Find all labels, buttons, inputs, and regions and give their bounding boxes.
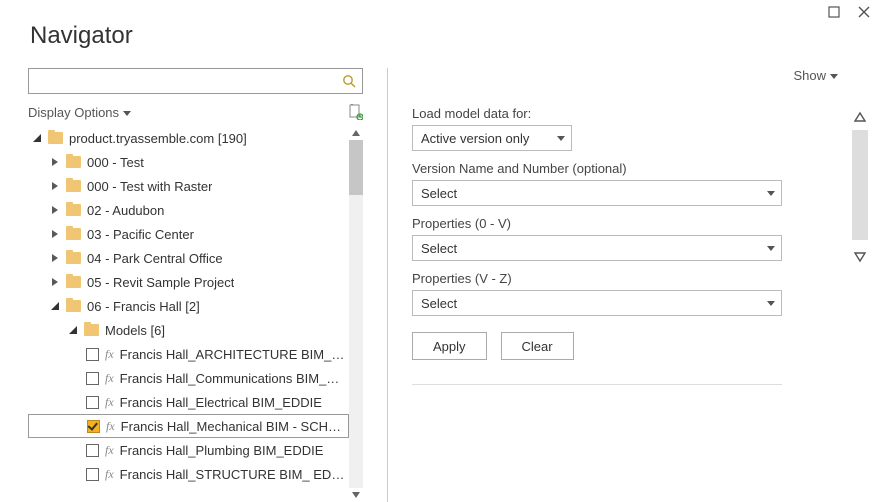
- checkbox[interactable]: [86, 348, 99, 361]
- page-title: Navigator: [30, 22, 133, 50]
- folder-icon: [66, 276, 81, 288]
- tree-item[interactable]: 06 - Francis Hall [2]: [28, 294, 349, 318]
- folder-icon: [66, 156, 81, 168]
- tree-scrollbar[interactable]: [349, 126, 363, 502]
- tree-leaf-selected[interactable]: fx Francis Hall_Mechanical BIM - SCHE...: [28, 414, 349, 438]
- apply-button[interactable]: Apply: [412, 332, 487, 360]
- refresh-icon[interactable]: [347, 104, 363, 120]
- scroll-up-icon[interactable]: [852, 104, 868, 130]
- expand-icon[interactable]: [50, 205, 60, 215]
- scrollbar-thumb[interactable]: [349, 140, 363, 195]
- checkbox[interactable]: [86, 372, 99, 385]
- close-button[interactable]: [858, 6, 870, 21]
- folder-icon: [66, 204, 81, 216]
- expand-icon[interactable]: [50, 253, 60, 263]
- scrollbar-track[interactable]: [349, 140, 363, 488]
- collapse-icon[interactable]: [50, 301, 60, 311]
- options-pane: Show Load model data for: Active version…: [412, 68, 868, 502]
- scroll-down-icon[interactable]: [852, 244, 868, 270]
- properties-vz-label: Properties (V - Z): [412, 271, 782, 286]
- tree-leaf[interactable]: fx Francis Hall_Electrical BIM_EDDIE: [28, 390, 349, 414]
- expand-icon[interactable]: [50, 229, 60, 239]
- checkbox[interactable]: [86, 396, 99, 409]
- properties-0v-label: Properties (0 - V): [412, 216, 782, 231]
- pane-divider: [387, 68, 388, 502]
- tree-item[interactable]: 000 - Test: [28, 150, 349, 174]
- search-icon[interactable]: [340, 74, 358, 88]
- search-box[interactable]: [28, 68, 363, 94]
- checkbox[interactable]: [86, 444, 99, 457]
- fx-icon: fx: [105, 371, 114, 386]
- show-dropdown[interactable]: Show: [793, 68, 838, 83]
- scroll-down-icon[interactable]: [349, 488, 363, 502]
- tree-item-models[interactable]: Models [6]: [28, 318, 349, 342]
- navigator-left-pane: Display Options product.tryassemble.com …: [28, 68, 363, 502]
- folder-icon: [66, 252, 81, 264]
- tree-leaf[interactable]: fx Francis Hall_STRUCTURE BIM_ EDDIE: [28, 462, 349, 486]
- fx-icon: fx: [105, 395, 114, 410]
- checkbox[interactable]: [86, 468, 99, 481]
- folder-icon: [48, 132, 63, 144]
- tree-leaf[interactable]: fx Francis Hall_ARCHITECTURE BIM_20...: [28, 342, 349, 366]
- chevron-down-icon: [830, 68, 838, 83]
- properties-0v-select[interactable]: Select: [412, 235, 782, 261]
- tree-item[interactable]: 05 - Revit Sample Project: [28, 270, 349, 294]
- collapse-icon[interactable]: [68, 325, 78, 335]
- tree-leaf[interactable]: fx Francis Hall_Communications BIM_E...: [28, 366, 349, 390]
- folder-icon: [66, 180, 81, 192]
- fx-icon: fx: [105, 347, 114, 362]
- scroll-up-icon[interactable]: [349, 126, 363, 140]
- tree-item[interactable]: 04 - Park Central Office: [28, 246, 349, 270]
- fx-icon: fx: [106, 419, 115, 434]
- chevron-down-icon: [557, 136, 565, 141]
- tree-leaf[interactable]: fx Francis Hall_Plumbing BIM_EDDIE: [28, 438, 349, 462]
- search-input[interactable]: [35, 74, 340, 89]
- folder-icon: [66, 300, 81, 312]
- display-options-label: Display Options: [28, 105, 119, 120]
- display-options-dropdown[interactable]: Display Options: [28, 105, 131, 120]
- load-model-label: Load model data for:: [412, 106, 782, 121]
- tree-item[interactable]: 03 - Pacific Center: [28, 222, 349, 246]
- checkbox-checked[interactable]: [87, 420, 100, 433]
- tree-view[interactable]: product.tryassemble.com [190] 000 - Test…: [28, 126, 349, 502]
- version-label: Version Name and Number (optional): [412, 161, 782, 176]
- tree-item[interactable]: 02 - Audubon: [28, 198, 349, 222]
- folder-icon: [84, 324, 99, 336]
- tree-root[interactable]: product.tryassemble.com [190]: [28, 126, 349, 150]
- expand-icon[interactable]: [50, 277, 60, 287]
- chevron-down-icon: [123, 105, 131, 120]
- collapse-icon[interactable]: [32, 133, 42, 143]
- tree-item[interactable]: 000 - Test with Raster: [28, 174, 349, 198]
- fx-icon: fx: [105, 467, 114, 482]
- chevron-down-icon: [767, 246, 775, 251]
- fx-icon: fx: [105, 443, 114, 458]
- properties-vz-select[interactable]: Select: [412, 290, 782, 316]
- load-model-select[interactable]: Active version only: [412, 125, 572, 151]
- version-select[interactable]: Select: [412, 180, 782, 206]
- scrollbar-thumb[interactable]: [852, 130, 868, 240]
- right-scrollbar[interactable]: [852, 104, 868, 502]
- section-divider: [412, 384, 782, 385]
- folder-icon: [66, 228, 81, 240]
- chevron-down-icon: [767, 301, 775, 306]
- expand-icon[interactable]: [50, 157, 60, 167]
- expand-icon[interactable]: [50, 181, 60, 191]
- clear-button[interactable]: Clear: [501, 332, 574, 360]
- chevron-down-icon: [767, 191, 775, 196]
- maximize-button[interactable]: [828, 6, 840, 21]
